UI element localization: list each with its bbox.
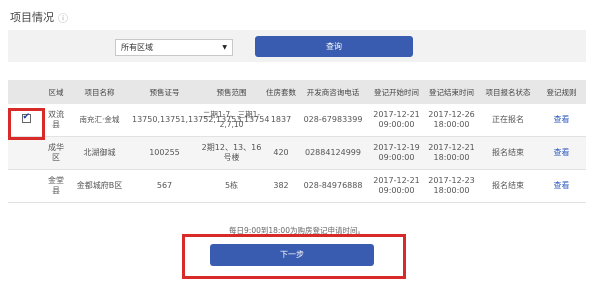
permit-cell: 567 xyxy=(131,169,198,203)
project-cell: 南充汇·金城 xyxy=(68,104,131,137)
end-time-cell: 2017-12-26 18:00:00 xyxy=(424,104,479,137)
end-time-cell: 2017-12-21 18:00:00 xyxy=(424,136,479,170)
page-title-text: 项目情况 xyxy=(10,11,54,24)
next-step-button[interactable]: 下一步 xyxy=(210,244,374,266)
checkbox-highlight-frame xyxy=(8,108,45,140)
rule-cell: 查看 xyxy=(537,169,586,203)
district-cell: 金堂县 xyxy=(44,169,68,203)
district-select[interactable]: 所有区域 ▼ xyxy=(115,39,233,56)
district-cell: 双流县 xyxy=(44,104,68,137)
start-date: 2017-12-21 xyxy=(373,176,420,185)
column-header-phone: 开发商咨询电话 xyxy=(297,80,369,104)
rule-cell: 查看 xyxy=(537,136,586,170)
range-cell: 5栋 xyxy=(198,169,265,203)
project-cell: 北湖御城 xyxy=(68,136,131,170)
page-title: 项目情况 ⓘ xyxy=(10,9,68,25)
district-cell: 成华区 xyxy=(44,136,68,170)
phone-cell: 02884124999 xyxy=(297,136,369,170)
status-cell: 报名结束 xyxy=(479,136,537,170)
start-clock: 09:00:00 xyxy=(378,120,415,129)
column-header-select xyxy=(8,80,44,104)
project-cell: 金都城府B区 xyxy=(68,169,131,203)
end-date: 2017-12-23 xyxy=(428,176,475,185)
district-select-value: 所有区域 xyxy=(121,43,153,52)
select-cell xyxy=(8,169,44,203)
end-date: 2017-12-21 xyxy=(428,143,475,152)
start-date: 2017-12-21 xyxy=(373,110,420,119)
start-time-cell: 2017-12-19 09:00:00 xyxy=(369,136,424,170)
column-header-start-time: 登记开始时间 xyxy=(369,80,424,104)
end-clock: 18:00:00 xyxy=(433,186,470,195)
rule-cell: 查看 xyxy=(537,104,586,137)
column-header-end-time: 登记结束时间 xyxy=(424,80,479,104)
units-cell: 1837 xyxy=(265,104,297,137)
view-rule-link[interactable]: 查看 xyxy=(554,181,570,190)
caret-down-icon: ▼ xyxy=(222,44,227,51)
table-row[interactable]: 成华区 北湖御城 100255 2期12、13、16号楼 420 0288412… xyxy=(8,136,586,170)
start-clock: 09:00:00 xyxy=(378,153,415,162)
start-time-cell: 2017-12-21 09:00:00 xyxy=(369,169,424,203)
status-cell: 正在报名 xyxy=(479,104,537,137)
column-header-status: 项目报名状态 xyxy=(479,80,537,104)
column-header-project: 项目名称 xyxy=(68,80,131,104)
select-cell xyxy=(8,136,44,170)
phone-cell: 028-84976888 xyxy=(297,169,369,203)
start-time-cell: 2017-12-21 09:00:00 xyxy=(369,104,424,137)
start-date: 2017-12-19 xyxy=(373,143,420,152)
column-header-range: 预售范围 xyxy=(198,80,265,104)
permit-cell: 100255 xyxy=(131,136,198,170)
end-date: 2017-12-26 xyxy=(428,110,475,119)
column-header-permit: 预售证号 xyxy=(131,80,198,104)
range-cell: 2期12、13、16号楼 xyxy=(198,136,265,170)
filter-panel: 所有区域 ▼ 查询 xyxy=(8,30,586,62)
column-header-rule: 登记规则 xyxy=(537,80,586,104)
units-cell: 420 xyxy=(265,136,297,170)
view-rule-link[interactable]: 查看 xyxy=(554,115,570,124)
phone-cell: 028-67983399 xyxy=(297,104,369,137)
start-clock: 09:00:00 xyxy=(378,186,415,195)
column-header-district: 区域 xyxy=(44,80,68,104)
table-row[interactable]: 双流县 南充汇·金城 13750,13751,13752,13753,13754… xyxy=(8,104,586,137)
status-cell: 报名结束 xyxy=(479,169,537,203)
end-time-cell: 2017-12-23 18:00:00 xyxy=(424,169,479,203)
permit-cell: 13750,13751,13752,13753,13754 xyxy=(131,104,269,137)
end-clock: 18:00:00 xyxy=(433,153,470,162)
units-cell: 382 xyxy=(265,169,297,203)
info-circle-icon: ⓘ xyxy=(58,13,68,25)
query-button[interactable]: 查询 xyxy=(255,36,413,57)
end-clock: 18:00:00 xyxy=(433,120,470,129)
table-header-row: 区域 项目名称 预售证号 预售范围 住房套数 开发商咨询电话 登记开始时间 登记… xyxy=(8,80,586,104)
column-header-units: 住房套数 xyxy=(265,80,297,104)
project-table: 区域 项目名称 预售证号 预售范围 住房套数 开发商咨询电话 登记开始时间 登记… xyxy=(8,80,586,203)
table-row[interactable]: 金堂县 金都城府B区 567 5栋 382 028-84976888 2017-… xyxy=(8,169,586,203)
view-rule-link[interactable]: 查看 xyxy=(554,148,570,157)
